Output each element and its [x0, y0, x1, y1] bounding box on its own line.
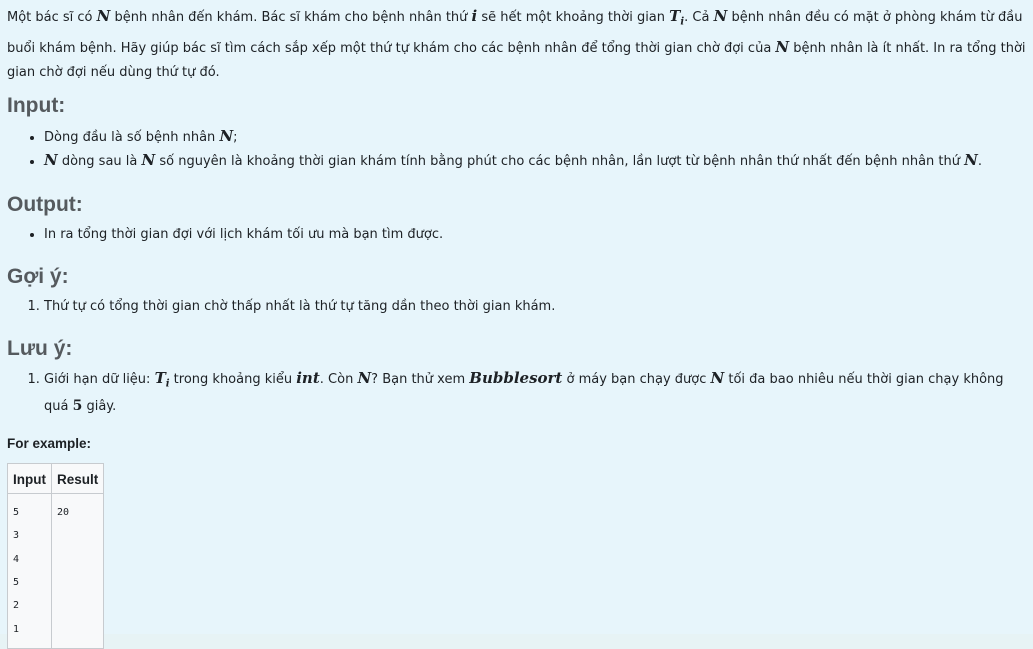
intro-text-3: sẽ hết một khoảng thời gian: [477, 10, 670, 25]
intro-text-2: bệnh nhân đến khám. Bác sĩ khám cho bệnh…: [110, 10, 472, 25]
math-bubblesort: Bubblesort: [469, 368, 563, 387]
note-list: Giới hạn dữ liệu: Ti trong khoảng kiểu i…: [7, 367, 1026, 419]
input-cell: 5 3 4 5 2 1: [7, 493, 52, 649]
problem-statement: Một bác sĩ có N bệnh nhân đến khám. Bác …: [7, 4, 1026, 85]
math-n: N: [44, 150, 58, 169]
math-n: N: [775, 37, 790, 56]
table-header-row: Input Result: [7, 463, 105, 495]
list-item: Dòng đầu là số bệnh nhân N;: [44, 125, 1026, 149]
hint-heading: Gợi ý:: [7, 264, 69, 288]
note-text-a: Giới hạn dữ liệu:: [44, 371, 155, 387]
output-list: In ra tổng thời gian đợi với lịch khám t…: [7, 223, 1026, 246]
note-text-e: ở máy bạn chạy được: [562, 371, 711, 387]
math-n: N: [219, 126, 234, 145]
question-content: Một bác sĩ có N bệnh nhân đến khám. Bác …: [0, 0, 1033, 649]
note-text-b: trong khoảng kiểu: [169, 371, 297, 387]
math-five: 5: [72, 398, 83, 415]
output-heading: Output:: [7, 192, 83, 216]
result-cell: 20: [50, 493, 105, 649]
column-header-input: Input: [7, 463, 52, 495]
table-row: 5 3 4 5 2 1 20: [7, 493, 105, 649]
hint-list: Thứ tự có tổng thời gian chờ thấp nhất l…: [7, 295, 1026, 318]
math-n: N: [141, 150, 156, 169]
input-item1-end: ;: [233, 129, 238, 145]
input-heading: Input:: [7, 93, 66, 117]
math-n: N: [710, 368, 725, 387]
input-item2-end: .: [977, 153, 982, 169]
math-int: int: [296, 368, 320, 387]
math-t: T: [154, 368, 166, 387]
list-item: N dòng sau là N số nguyên là khoảng thời…: [44, 149, 1026, 173]
math-n: N: [964, 150, 978, 169]
note-text-d: ? Bạn thử xem: [371, 371, 470, 387]
input-item2-text-a: dòng sau là: [57, 153, 142, 169]
example-label: For example:: [7, 436, 92, 452]
input-item2-text-b: số nguyên là khoảng thời gian khám tính …: [155, 153, 965, 169]
note-text-c: . Còn: [319, 371, 358, 387]
input-list: Dòng đầu là số bệnh nhân N; N dòng sau l…: [7, 125, 1026, 173]
math-n: N: [96, 7, 111, 25]
note-heading: Lưu ý:: [7, 336, 73, 360]
list-item: In ra tổng thời gian đợi với lịch khám t…: [44, 223, 1026, 246]
math-n: N: [713, 7, 728, 25]
input-value: 5 3 4 5 2 1: [13, 507, 20, 635]
list-item: Giới hạn dữ liệu: Ti trong khoảng kiểu i…: [44, 367, 1026, 419]
intro-text-4: . Cả: [684, 10, 714, 25]
input-item1-text: Dòng đầu là số bệnh nhân: [44, 129, 220, 145]
note-text-g: giây.: [82, 399, 117, 415]
math-t: T: [669, 7, 681, 25]
result-value: 20: [57, 507, 70, 519]
example-table: Input Result 5 3 4 5 2 1 20: [7, 463, 105, 649]
column-header-result: Result: [50, 463, 105, 495]
intro-text-1: Một bác sĩ có: [7, 10, 97, 25]
list-item: Thứ tự có tổng thời gian chờ thấp nhất l…: [44, 295, 1026, 318]
math-n: N: [357, 368, 372, 387]
